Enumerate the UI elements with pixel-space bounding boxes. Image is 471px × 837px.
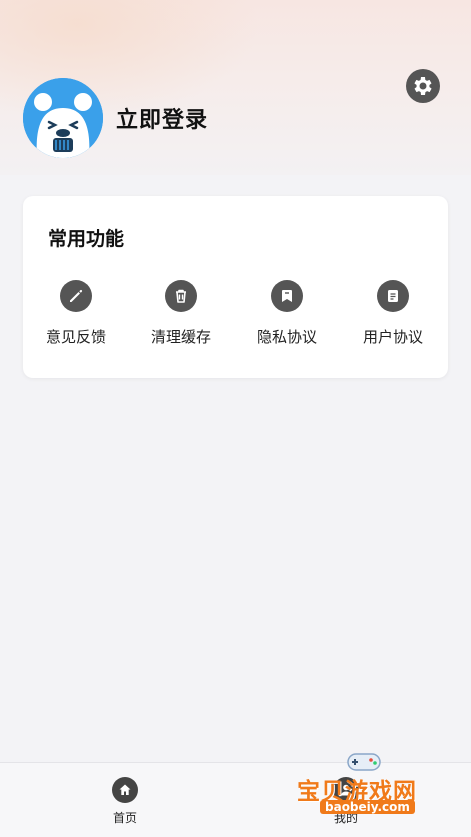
common-functions-card: 常用功能 意见反馈 清理缓存 隐私协议 用户协议 <box>23 196 448 378</box>
bear-mascot-icon <box>23 78 103 158</box>
tab-home[interactable]: 首页 <box>85 777 165 826</box>
user-agreement-button[interactable]: 用户协议 <box>343 280 443 347</box>
watermark-url: baobeiy.com <box>320 800 415 814</box>
privacy-policy-label: 隐私协议 <box>256 328 317 346</box>
feedback-label: 意见反馈 <box>45 328 106 346</box>
bookmark-icon <box>271 280 303 312</box>
clear-cache-button[interactable]: 清理缓存 <box>131 280 231 347</box>
pencil-icon <box>60 280 92 312</box>
avatar[interactable] <box>23 78 103 158</box>
home-icon <box>112 777 138 803</box>
document-icon <box>377 280 409 312</box>
trash-icon <box>165 280 197 312</box>
privacy-policy-button[interactable]: 隐私协议 <box>237 280 337 347</box>
watermark-logo: 宝贝游戏网 baobeiy.com <box>292 748 442 837</box>
feedback-button[interactable]: 意见反馈 <box>26 280 126 347</box>
card-title: 常用功能 <box>48 228 125 250</box>
user-agreement-label: 用户协议 <box>362 328 423 346</box>
gear-icon <box>414 77 432 95</box>
settings-button[interactable] <box>406 69 440 103</box>
gamepad-icon <box>347 753 381 771</box>
login-button[interactable]: 立即登录 <box>116 102 208 134</box>
tab-home-label: 首页 <box>112 811 137 825</box>
clear-cache-label: 清理缓存 <box>150 328 211 346</box>
